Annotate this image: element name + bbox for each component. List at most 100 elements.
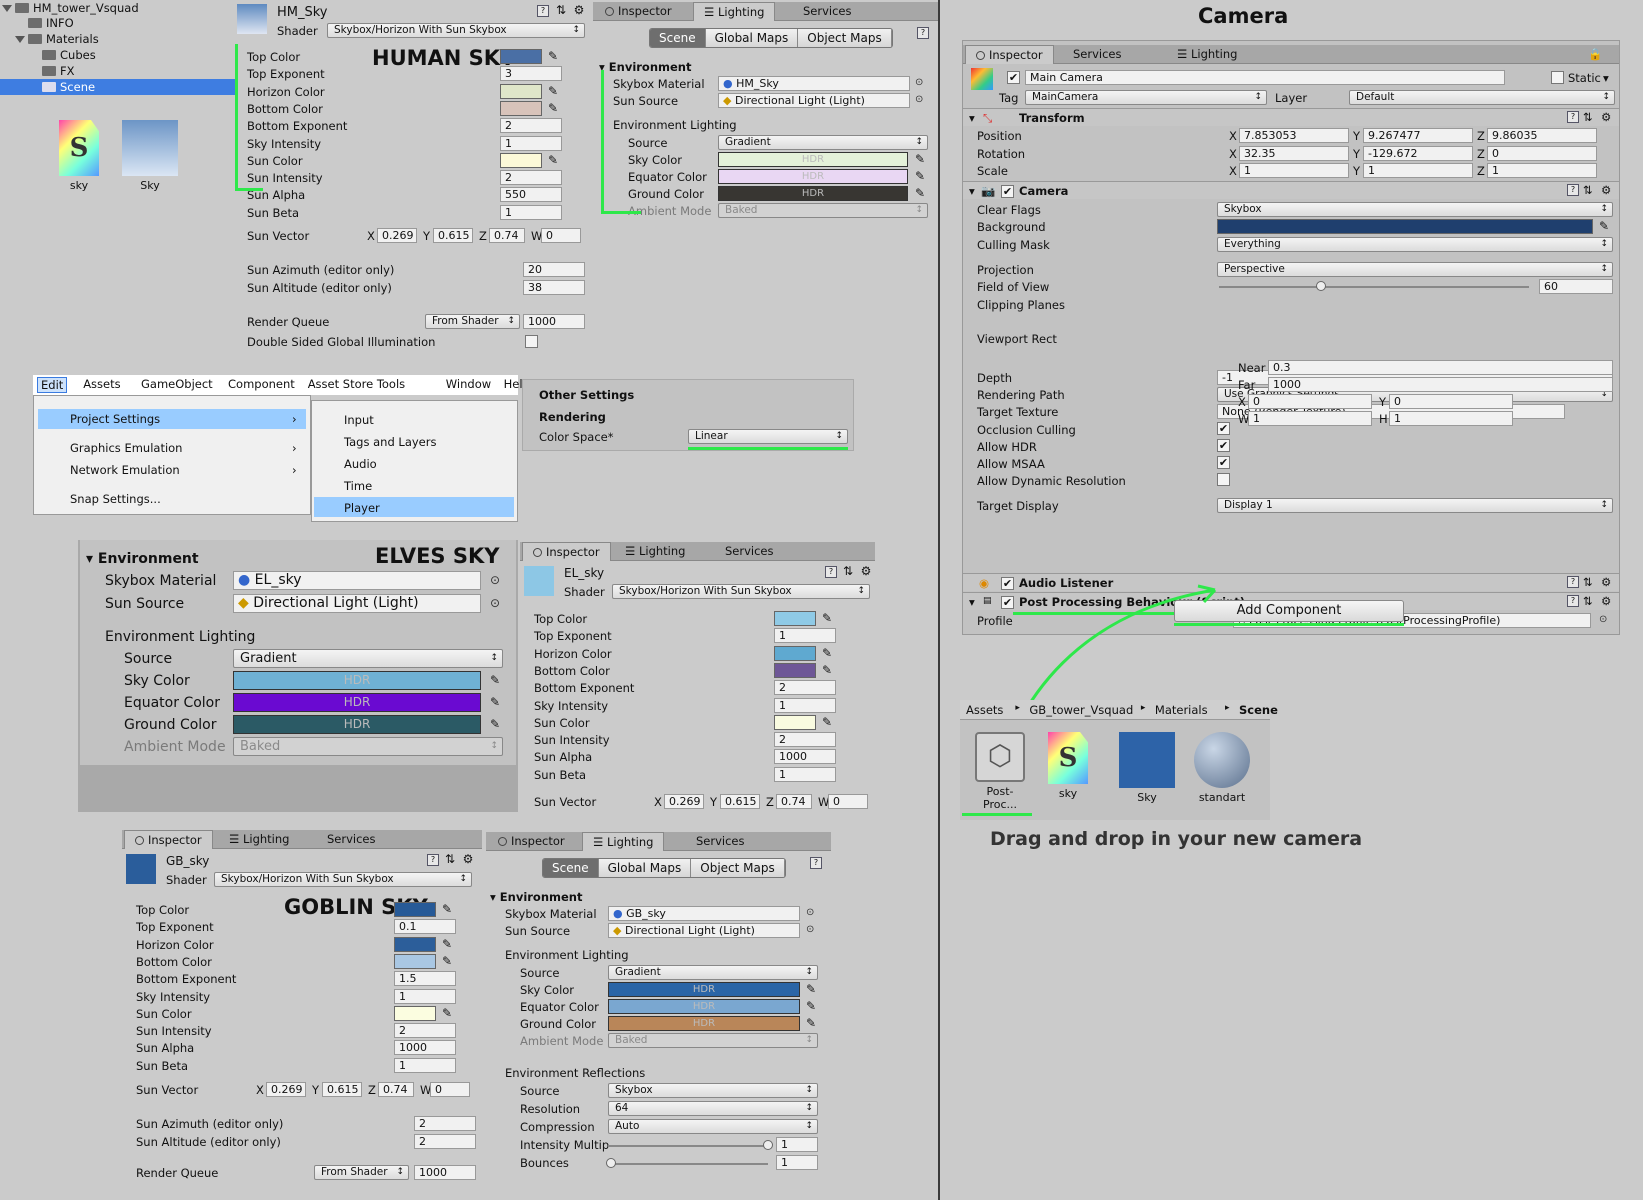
- layer-dropdown[interactable]: Default: [1349, 90, 1615, 105]
- eyedropper-icon[interactable]: ✎: [913, 186, 927, 200]
- tab-inspector[interactable]: Inspector: [965, 45, 1054, 64]
- number-field[interactable]: 2: [774, 680, 836, 696]
- submenu-item-input[interactable]: Input: [344, 413, 374, 427]
- menu-item-project-settings[interactable]: Project Settings: [70, 412, 160, 426]
- sun-vector-x[interactable]: 0.269: [377, 228, 417, 243]
- color-swatch[interactable]: [774, 645, 816, 661]
- compression-dropdown[interactable]: Auto: [608, 1119, 818, 1134]
- help-icon[interactable]: ?: [917, 27, 929, 39]
- sun-vector-w[interactable]: 0: [828, 794, 868, 809]
- expand-arrow-icon[interactable]: ▾: [969, 184, 975, 198]
- fov-field[interactable]: 60: [1539, 279, 1613, 294]
- tab-services[interactable]: Services: [686, 832, 755, 851]
- rotation-z-field[interactable]: 0: [1487, 145, 1597, 161]
- eyedropper-icon[interactable]: ✎: [804, 999, 818, 1013]
- tab-services[interactable]: Services: [1063, 45, 1132, 64]
- gear-icon[interactable]: ⚙: [573, 4, 585, 17]
- viewport-h[interactable]: 1: [1389, 411, 1513, 426]
- expand-arrow-icon[interactable]: ▾: [969, 111, 975, 125]
- environment-header[interactable]: ▾ Environment: [490, 890, 583, 904]
- dsgi-checkbox[interactable]: [525, 335, 538, 348]
- help-icon[interactable]: ?: [537, 5, 549, 17]
- render-queue-dropdown[interactable]: From Shader: [314, 1165, 409, 1180]
- eyedropper-icon[interactable]: ✎: [546, 84, 560, 98]
- object-picker-icon[interactable]: ⊙: [915, 94, 923, 105]
- tab-lighting[interactable]: ☰ Lighting: [1167, 45, 1247, 64]
- breadcrumb-item[interactable]: Scene: [1239, 703, 1278, 717]
- tab-inspector[interactable]: Inspector: [595, 2, 682, 21]
- reflection-source-dropdown[interactable]: Skybox: [608, 1083, 818, 1098]
- breadcrumb-item[interactable]: GB_tower_Vsquad: [1029, 703, 1133, 717]
- skybox-material-field[interactable]: ● EL_sky: [233, 571, 481, 590]
- equator-color-swatch[interactable]: HDR: [608, 999, 800, 1014]
- bounces-slider-knob[interactable]: [606, 1158, 616, 1168]
- lock-icon[interactable]: 🔒: [1578, 45, 1612, 64]
- position-x-field[interactable]: 7.853053: [1239, 128, 1349, 143]
- tab-global-maps[interactable]: Global Maps: [706, 29, 799, 47]
- sun-vector-z[interactable]: 0.74: [378, 1082, 414, 1097]
- ground-color-swatch[interactable]: HDR: [608, 1016, 800, 1031]
- eyedropper-icon[interactable]: ✎: [546, 101, 560, 115]
- sun-vector-y[interactable]: 0.615: [322, 1082, 362, 1097]
- object-picker-icon[interactable]: ⊙: [1599, 614, 1607, 625]
- camera-row-checkbox[interactable]: ✔: [1217, 422, 1230, 435]
- sun-azimuth-field[interactable]: 2: [414, 1116, 476, 1131]
- help-icon[interactable]: ?: [427, 854, 439, 866]
- source-dropdown[interactable]: Gradient: [608, 965, 818, 980]
- help-icon[interactable]: ?: [825, 566, 837, 578]
- asset-sky-material[interactable]: Sky: [1117, 732, 1177, 804]
- number-field[interactable]: 2: [500, 118, 562, 134]
- tab-object-maps[interactable]: Object Maps: [798, 29, 892, 47]
- number-field[interactable]: 1: [774, 697, 836, 713]
- preset-icon[interactable]: ⇅: [1583, 575, 1593, 589]
- object-picker-icon[interactable]: ⊙: [915, 77, 923, 88]
- submenu-item-tags-layers[interactable]: Tags and Layers: [344, 435, 436, 449]
- color-swatch[interactable]: [500, 49, 542, 64]
- shader-dropdown[interactable]: Skybox/Horizon With Sun Skybox: [327, 23, 585, 38]
- camera-row-dropdown[interactable]: Skybox: [1217, 202, 1613, 217]
- tree-item-fx[interactable]: FX: [42, 63, 75, 79]
- expand-arrow-icon[interactable]: [15, 36, 25, 43]
- equator-color-swatch[interactable]: HDR: [718, 169, 908, 184]
- number-field[interactable]: 1: [394, 1057, 456, 1073]
- tree-root[interactable]: HM_tower_Vsquad: [2, 0, 139, 16]
- number-field[interactable]: 1: [774, 628, 836, 644]
- color-swatch[interactable]: [394, 936, 436, 952]
- scale-y-field[interactable]: 1: [1363, 163, 1473, 178]
- color-space-dropdown[interactable]: Linear: [688, 429, 848, 444]
- color-swatch[interactable]: [774, 611, 816, 626]
- submenu-item-audio[interactable]: Audio: [344, 457, 377, 471]
- camera-row-dropdown[interactable]: Perspective: [1217, 262, 1613, 277]
- gameobject-name-field[interactable]: Main Camera: [1025, 70, 1505, 85]
- number-field[interactable]: 0.1: [394, 919, 456, 935]
- menubar-item-gameobject[interactable]: GameObject: [138, 377, 216, 391]
- tab-services[interactable]: Services: [793, 2, 862, 21]
- intensity-slider-knob[interactable]: [763, 1140, 773, 1150]
- number-field[interactable]: 2: [394, 1023, 456, 1039]
- eyedropper-icon[interactable]: ✎: [488, 695, 502, 709]
- sky-color-swatch[interactable]: HDR: [608, 982, 800, 997]
- active-checkbox[interactable]: ✔: [1007, 71, 1020, 84]
- eyedropper-icon[interactable]: ✎: [913, 152, 927, 166]
- ground-color-swatch[interactable]: HDR: [718, 186, 908, 201]
- sun-altitude-field[interactable]: 38: [523, 280, 585, 295]
- menubar-item-window[interactable]: Window: [443, 377, 494, 391]
- ambient-mode-dropdown[interactable]: Baked: [233, 737, 503, 756]
- eyedropper-icon[interactable]: ✎: [804, 1016, 818, 1030]
- menu-item-network-emulation[interactable]: Network Emulation: [70, 463, 180, 477]
- asset-sky-shader[interactable]: S sky: [1043, 732, 1093, 800]
- expand-arrow-icon[interactable]: [2, 5, 12, 12]
- static-checkbox[interactable]: [1551, 71, 1564, 84]
- sky-color-swatch[interactable]: HDR: [718, 152, 908, 167]
- tab-services[interactable]: Services: [317, 830, 386, 849]
- eyedropper-icon[interactable]: ✎: [546, 49, 560, 63]
- preset-icon[interactable]: ⇅: [555, 4, 567, 17]
- eyedropper-icon[interactable]: ✎: [440, 1006, 454, 1020]
- tab-object-maps[interactable]: Object Maps: [691, 859, 785, 877]
- eyedropper-icon[interactable]: ✎: [804, 982, 818, 996]
- preset-icon[interactable]: ⇅: [1583, 594, 1593, 608]
- eyedropper-icon[interactable]: ✎: [440, 902, 454, 916]
- color-swatch[interactable]: [394, 953, 436, 969]
- color-swatch[interactable]: [500, 152, 542, 168]
- menubar-item-edit[interactable]: Edit: [37, 377, 68, 393]
